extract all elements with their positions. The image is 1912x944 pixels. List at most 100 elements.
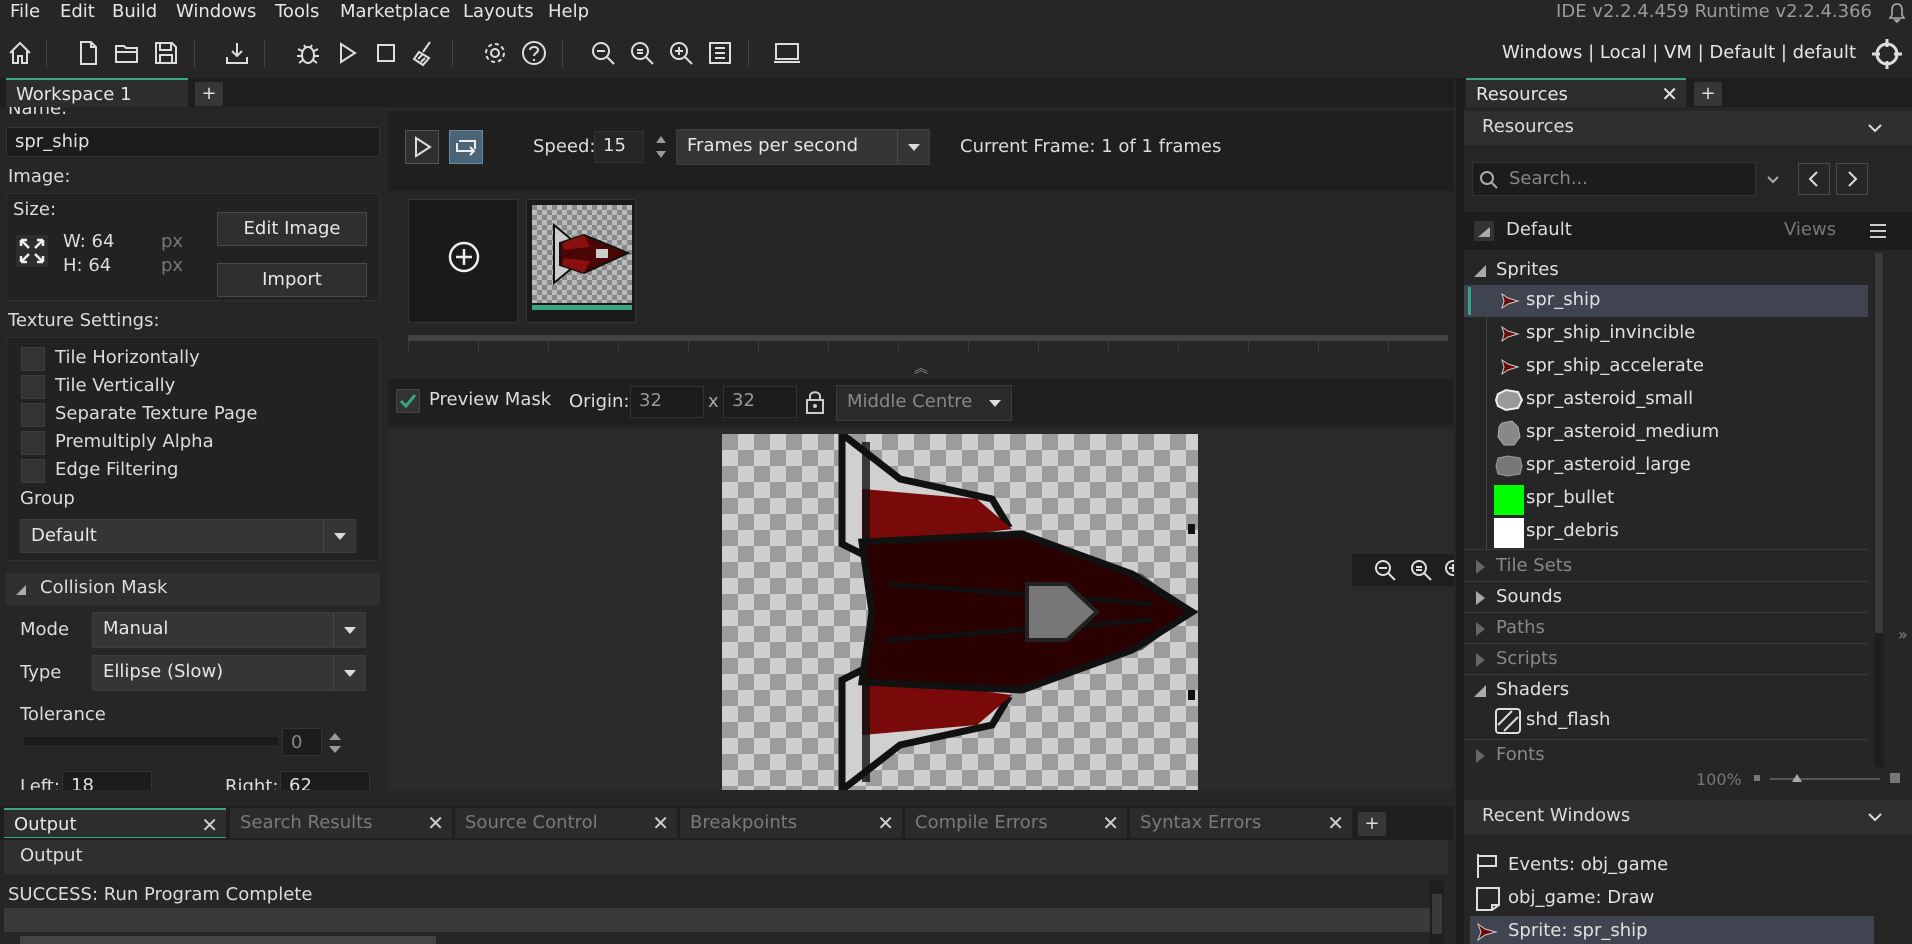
speed-unit-dropdown[interactable]: Frames per second bbox=[676, 129, 930, 165]
menu-marketplace[interactable]: Marketplace bbox=[340, 1, 450, 22]
menu-build[interactable]: Build bbox=[112, 1, 157, 22]
sprite-item-spr-asteroid-medium[interactable]: spr_asteroid_medium bbox=[1464, 417, 1868, 449]
menu-edit[interactable]: Edit bbox=[60, 1, 95, 22]
resource-scrollbar-thumb[interactable] bbox=[1875, 253, 1883, 633]
sprite-item-spr-ship[interactable]: spr_ship bbox=[1464, 285, 1868, 317]
play-animation-button[interactable] bbox=[405, 130, 439, 164]
add-resource-tab-button[interactable]: + bbox=[1694, 82, 1722, 106]
debug-icon[interactable] bbox=[290, 35, 326, 71]
resource-zoom-handle[interactable] bbox=[1792, 774, 1802, 782]
close-syntax-errors-tab-icon[interactable]: ✕ bbox=[1327, 811, 1344, 835]
sprite-item-spr-ship-accelerate[interactable]: spr_ship_accelerate bbox=[1464, 351, 1868, 383]
collision-mask-header[interactable]: Collision Mask bbox=[6, 573, 380, 605]
recent-item-sprite-spr-ship[interactable]: Sprite: spr_ship bbox=[1470, 916, 1874, 944]
zoom-in-icon[interactable] bbox=[663, 35, 699, 71]
views-label[interactable]: Views bbox=[1784, 219, 1836, 240]
help-icon[interactable] bbox=[516, 35, 552, 71]
output-hscrollbar-thumb[interactable] bbox=[20, 936, 436, 944]
tab-breakpoints[interactable]: Breakpoints ✕ bbox=[680, 808, 902, 838]
tab-workspace-1[interactable]: Workspace 1 bbox=[6, 78, 188, 108]
resource-search-input[interactable]: Search... bbox=[1472, 162, 1756, 196]
add-output-tab-button[interactable]: + bbox=[1358, 812, 1386, 836]
speed-field[interactable]: 15 bbox=[594, 131, 644, 163]
category-paths[interactable]: Paths bbox=[1464, 613, 1868, 643]
open-project-icon[interactable] bbox=[109, 35, 145, 71]
menu-file[interactable]: File bbox=[10, 1, 40, 22]
type-dropdown[interactable]: Ellipse (Slow) bbox=[92, 655, 366, 691]
add-workspace-button[interactable]: + bbox=[195, 82, 223, 106]
canvas-zoom-reset-icon[interactable] bbox=[1408, 557, 1434, 583]
tolerance-spinner-icon[interactable] bbox=[326, 729, 344, 757]
tab-resources[interactable]: Resources ✕ bbox=[1466, 78, 1686, 108]
tile-horizontally-checkbox[interactable] bbox=[21, 347, 45, 371]
recent-windows-header[interactable]: Recent Windows bbox=[1464, 800, 1912, 834]
notification-bell-icon[interactable] bbox=[1888, 3, 1906, 23]
close-breakpoints-tab-icon[interactable]: ✕ bbox=[877, 811, 894, 835]
tab-source-control[interactable]: Source Control ✕ bbox=[455, 808, 677, 838]
target-selector[interactable]: Windows | Local | VM | Default | default bbox=[1502, 42, 1856, 63]
category-tile-sets[interactable]: Tile Sets bbox=[1464, 551, 1868, 581]
canvas-zoom-out-icon[interactable] bbox=[1372, 557, 1398, 583]
speed-spinner-icon[interactable] bbox=[653, 131, 669, 163]
menu-tools[interactable]: Tools bbox=[275, 1, 319, 22]
close-compile-errors-tab-icon[interactable]: ✕ bbox=[1102, 811, 1119, 835]
tab-output[interactable]: Output ✕ bbox=[4, 808, 226, 838]
sprite-item-spr-debris[interactable]: spr_debris bbox=[1464, 516, 1868, 548]
zoom-out-icon[interactable] bbox=[585, 35, 621, 71]
resource-zoom-slider[interactable] bbox=[1770, 778, 1880, 780]
category-sounds[interactable]: Sounds bbox=[1464, 582, 1868, 612]
menu-layouts[interactable]: Layouts bbox=[463, 1, 534, 22]
canvas-zoom-in-icon[interactable] bbox=[1442, 557, 1454, 583]
frame-thumbnail-1[interactable] bbox=[526, 199, 636, 323]
navigate-forward-button[interactable] bbox=[1836, 163, 1868, 195]
expand-side-icon[interactable]: » bbox=[1898, 625, 1908, 644]
save-icon[interactable] bbox=[148, 35, 184, 71]
sprite-item-spr-bullet[interactable]: spr_bullet bbox=[1464, 483, 1868, 515]
resource-scrollbar[interactable] bbox=[1874, 253, 1884, 773]
fit-window-icon[interactable] bbox=[702, 35, 738, 71]
separate-texture-page-checkbox[interactable] bbox=[21, 403, 45, 427]
hamburger-menu-icon[interactable] bbox=[1868, 222, 1888, 240]
right-bound-field[interactable]: 62 bbox=[280, 771, 370, 790]
origin-y-field[interactable]: 32 bbox=[723, 386, 797, 418]
texture-group-dropdown[interactable]: Default bbox=[20, 519, 356, 553]
recent-item-obj-game-draw[interactable]: obj_game: Draw bbox=[1470, 883, 1874, 915]
sprite-item-spr-ship-invincible[interactable]: spr_ship_invincible bbox=[1464, 318, 1868, 350]
category-shaders[interactable]: Shaders bbox=[1464, 675, 1868, 705]
premultiply-alpha-checkbox[interactable] bbox=[21, 431, 45, 455]
output-vscrollbar[interactable] bbox=[1430, 880, 1444, 944]
origin-preset-dropdown[interactable]: Middle Centre bbox=[836, 385, 1012, 421]
settings-gear-icon[interactable] bbox=[477, 35, 513, 71]
mode-dropdown[interactable]: Manual bbox=[92, 612, 366, 648]
import-button[interactable]: Import bbox=[217, 263, 367, 297]
run-icon[interactable] bbox=[329, 35, 365, 71]
tab-compile-errors[interactable]: Compile Errors ✕ bbox=[905, 808, 1127, 838]
loop-toggle-button[interactable] bbox=[449, 130, 483, 164]
close-resources-tab-icon[interactable]: ✕ bbox=[1661, 82, 1678, 106]
category-sprites[interactable]: Sprites bbox=[1464, 255, 1868, 285]
navigate-back-button[interactable] bbox=[1798, 163, 1830, 195]
tab-syntax-errors[interactable]: Syntax Errors ✕ bbox=[1130, 808, 1352, 838]
menu-windows[interactable]: Windows bbox=[176, 1, 256, 22]
collapse-frames-button[interactable]: ︽ bbox=[388, 362, 1454, 376]
close-output-tab-icon[interactable]: ✕ bbox=[201, 813, 218, 837]
sprite-name-field[interactable]: spr_ship bbox=[6, 127, 380, 157]
lock-icon[interactable] bbox=[804, 389, 826, 415]
zoom-reset-icon[interactable] bbox=[624, 35, 660, 71]
tolerance-slider[interactable] bbox=[24, 737, 278, 745]
game-window-icon[interactable] bbox=[769, 35, 805, 71]
sprite-item-spr-asteroid-large[interactable]: spr_asteroid_large bbox=[1464, 450, 1868, 482]
preview-mask-checkbox[interactable] bbox=[396, 389, 420, 413]
add-frame-button[interactable] bbox=[408, 199, 518, 323]
sprite-item-spr-asteroid-small[interactable]: spr_asteroid_small bbox=[1464, 384, 1868, 416]
home-icon[interactable] bbox=[2, 35, 38, 71]
close-source-control-tab-icon[interactable]: ✕ bbox=[652, 811, 669, 835]
resources-header[interactable]: Resources bbox=[1464, 111, 1912, 145]
menu-help[interactable]: Help bbox=[548, 1, 589, 22]
shader-item-shd-flash[interactable]: shd_flash bbox=[1464, 705, 1868, 737]
origin-x-field[interactable]: 32 bbox=[630, 386, 704, 418]
search-options-chevron-icon[interactable] bbox=[1764, 170, 1782, 188]
tile-vertically-checkbox[interactable] bbox=[21, 375, 45, 399]
edit-image-button[interactable]: Edit Image bbox=[217, 212, 367, 246]
left-bound-field[interactable]: 18 bbox=[62, 771, 152, 790]
